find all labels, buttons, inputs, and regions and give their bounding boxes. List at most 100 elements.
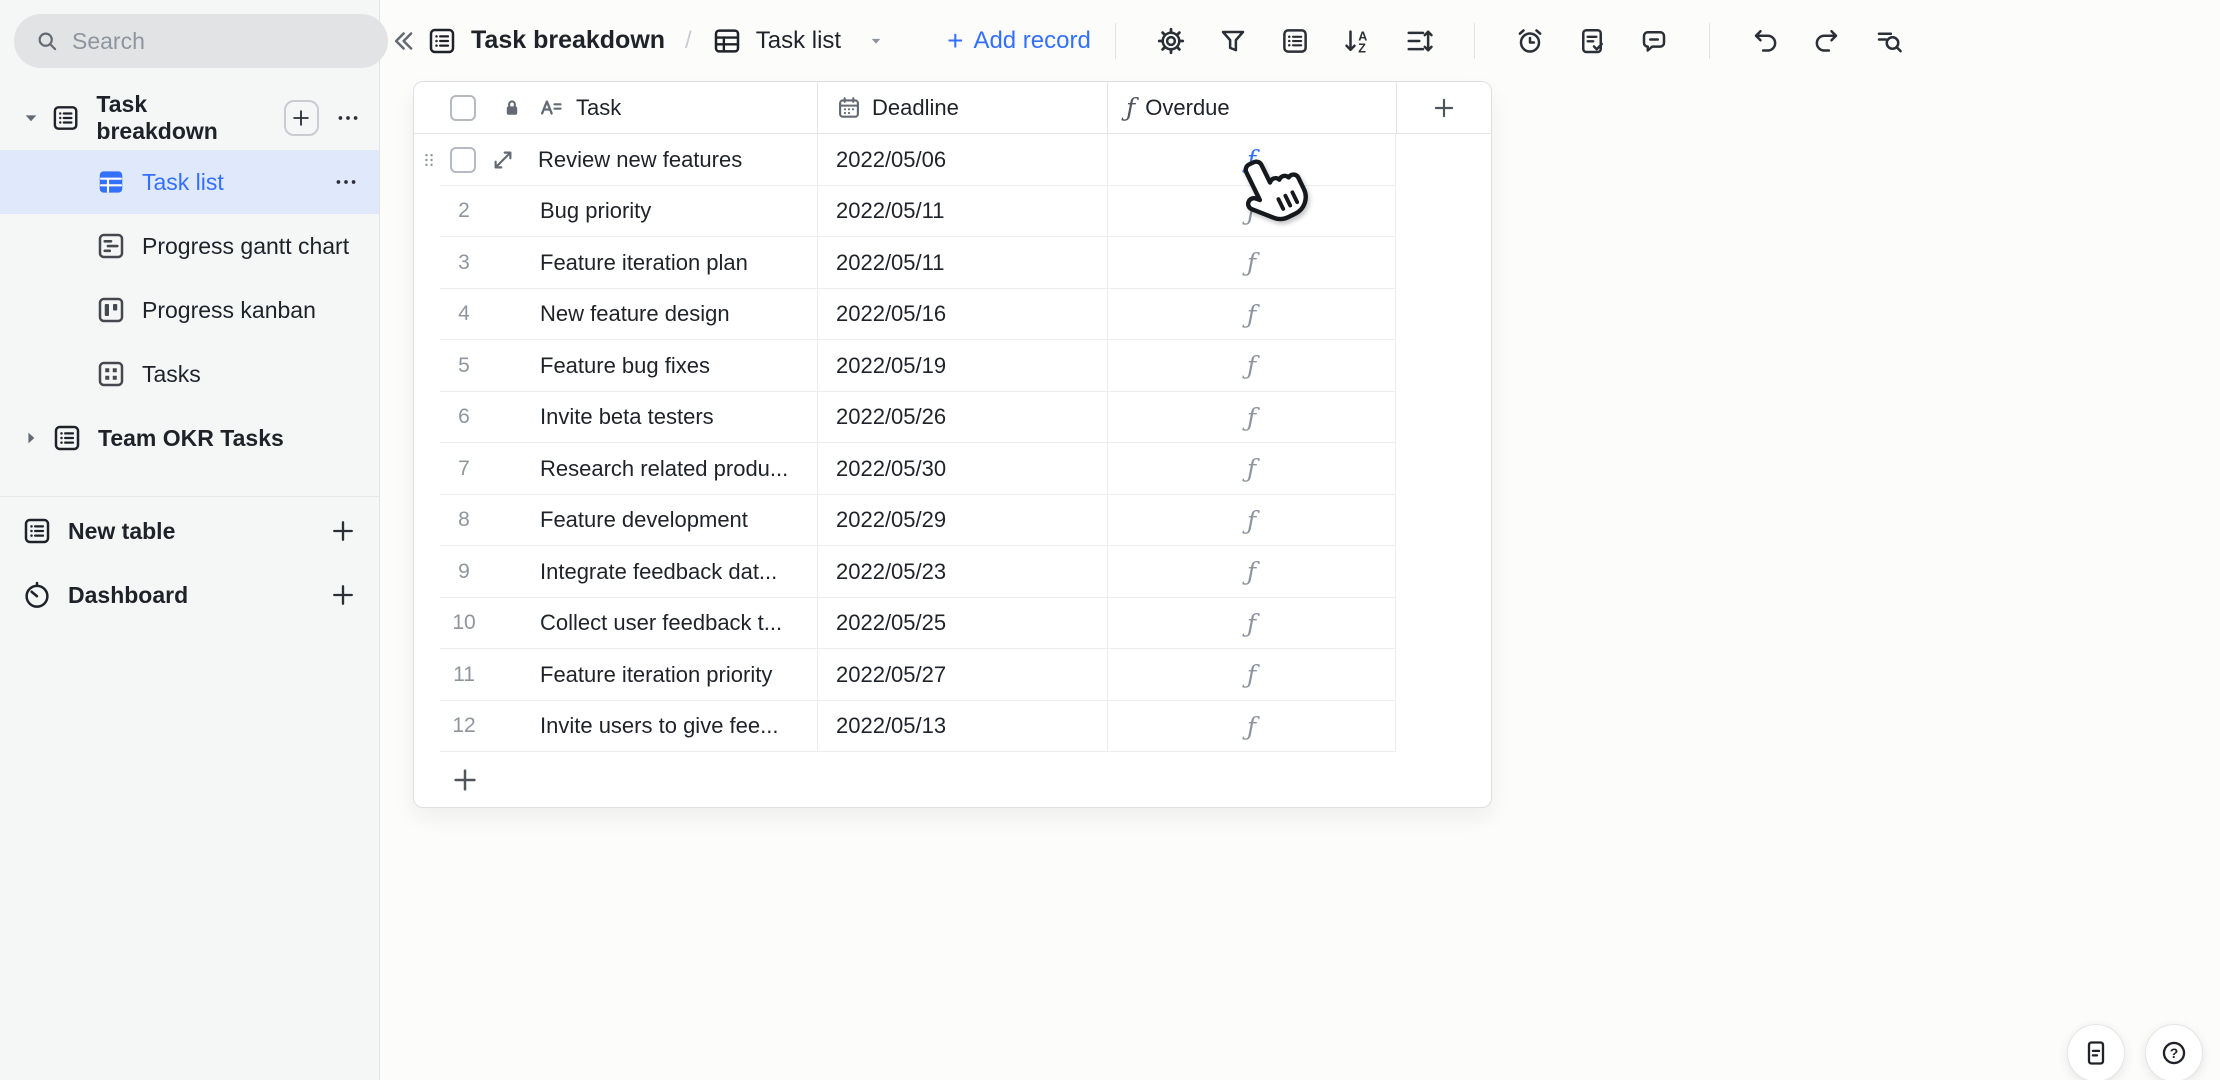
- sidebar-item-team-okr-tasks[interactable]: Team OKR Tasks: [0, 406, 379, 470]
- expand-record-icon[interactable]: [490, 147, 516, 173]
- overdue-cell[interactable]: ƒ: [1107, 237, 1396, 289]
- sidebar-item-dashboard[interactable]: Dashboard: [0, 563, 379, 627]
- select-all-checkbox[interactable]: [450, 94, 476, 121]
- form-button[interactable]: [1569, 18, 1615, 64]
- base-icon: [52, 423, 82, 453]
- table-row[interactable]: 1 Review new features 2022/05/06 ƒ: [414, 134, 1491, 186]
- drag-handle-icon[interactable]: [420, 147, 438, 173]
- add-table-button[interactable]: [329, 517, 357, 545]
- row-height-button[interactable]: [1396, 18, 1442, 64]
- view-switcher[interactable]: Task list: [712, 26, 885, 56]
- breadcrumb-view: Task list: [755, 26, 842, 54]
- column-header-overdue[interactable]: ƒ Overdue: [1107, 82, 1396, 133]
- row-number: 2: [458, 199, 470, 223]
- column-header-deadline[interactable]: Deadline: [817, 82, 1107, 133]
- task-cell[interactable]: Invite users to give fee...: [540, 713, 778, 739]
- deadline-cell[interactable]: 2022/05/16: [817, 288, 1107, 340]
- sidebar-item-progress-gantt-chart[interactable]: Progress gantt chart: [0, 214, 379, 278]
- sidebar-item-progress-kanban[interactable]: Progress kanban: [0, 278, 379, 342]
- overdue-cell[interactable]: ƒ: [1107, 597, 1396, 649]
- deadline-cell[interactable]: 2022/05/11: [817, 185, 1107, 237]
- task-cell[interactable]: Feature iteration priority: [540, 662, 772, 688]
- task-cell[interactable]: Integrate feedback dat...: [540, 559, 777, 585]
- add-view-button[interactable]: [283, 100, 319, 136]
- base-more-button[interactable]: [335, 105, 361, 131]
- task-cell[interactable]: New feature design: [540, 301, 730, 327]
- redo-button[interactable]: [1804, 18, 1850, 64]
- column-header-task[interactable]: Task: [576, 95, 621, 121]
- task-cell[interactable]: Feature bug fixes: [540, 353, 710, 379]
- add-row-button[interactable]: [450, 765, 480, 795]
- deadline-cell[interactable]: 2022/05/29: [817, 494, 1107, 546]
- sidebar-item-new-table[interactable]: New table: [0, 499, 379, 563]
- task-cell[interactable]: Review new features: [538, 147, 742, 173]
- overdue-cell[interactable]: ƒ: [1107, 340, 1396, 392]
- add-dashboard-button[interactable]: [329, 581, 357, 609]
- table-row[interactable]: 6 Invite beta testers 2022/05/26 ƒ: [414, 391, 1491, 443]
- help-fab-button[interactable]: [2145, 1024, 2203, 1080]
- table-search-button[interactable]: [1866, 18, 1912, 64]
- deadline-cell[interactable]: 2022/05/19: [817, 340, 1107, 392]
- overdue-cell[interactable]: ƒ: [1107, 391, 1396, 443]
- docs-fab-button[interactable]: [2067, 1024, 2125, 1080]
- add-field-button[interactable]: [1396, 82, 1491, 133]
- task-cell[interactable]: Feature development: [540, 507, 748, 533]
- filter-button[interactable]: [1210, 18, 1256, 64]
- formula-value: ƒ: [1246, 299, 1257, 329]
- search-input[interactable]: [72, 27, 368, 55]
- sidebar-item-task-list[interactable]: Task list: [0, 150, 379, 214]
- comment-button[interactable]: [1631, 18, 1677, 64]
- overdue-cell[interactable]: ƒ: [1107, 288, 1396, 340]
- comment-icon: [1639, 26, 1669, 56]
- table-row[interactable]: 5 Feature bug fixes 2022/05/19 ƒ: [414, 340, 1491, 392]
- deadline-cell[interactable]: 2022/05/11: [817, 237, 1107, 289]
- overdue-cell[interactable]: ƒ: [1107, 443, 1396, 495]
- alarm-button[interactable]: [1507, 18, 1553, 64]
- caret-down-icon[interactable]: [18, 107, 43, 129]
- task-cell[interactable]: Invite beta testers: [540, 404, 714, 430]
- sidebar-item-tasks[interactable]: Tasks: [0, 342, 379, 406]
- overdue-cell[interactable]: ƒ: [1107, 546, 1396, 598]
- formula-value: ƒ: [1246, 196, 1257, 226]
- sidebar-item-task-breakdown[interactable]: Task breakdown: [0, 86, 379, 150]
- plus-icon: [1431, 95, 1457, 121]
- toolbar-divider: [1114, 22, 1116, 59]
- row-checkbox[interactable]: [450, 146, 476, 173]
- deadline-cell[interactable]: 2022/05/13: [817, 700, 1107, 752]
- breadcrumb-base[interactable]: Task breakdown: [471, 26, 665, 55]
- search-box[interactable]: [14, 14, 388, 68]
- table-row[interactable]: 4 New feature design 2022/05/16 ƒ: [414, 288, 1491, 340]
- task-cell[interactable]: Collect user feedback t...: [540, 610, 782, 636]
- task-cell[interactable]: Bug priority: [540, 198, 651, 224]
- form-icon: [1577, 26, 1607, 56]
- deadline-cell[interactable]: 2022/05/26: [817, 391, 1107, 443]
- main-area: Task breakdown / Task list + Add record …: [380, 0, 2220, 1080]
- deadline-cell[interactable]: 2022/05/06: [817, 134, 1107, 186]
- overdue-cell[interactable]: ƒ: [1107, 494, 1396, 546]
- sort-button[interactable]: [1334, 18, 1380, 64]
- deadline-cell[interactable]: 2022/05/30: [817, 443, 1107, 495]
- deadline-cell[interactable]: 2022/05/27: [817, 649, 1107, 701]
- view-more-button[interactable]: [333, 169, 359, 195]
- add-record-button[interactable]: + Add record: [947, 25, 1091, 57]
- deadline-cell[interactable]: 2022/05/23: [817, 546, 1107, 598]
- table-row[interactable]: 12 Invite users to give fee... 2022/05/1…: [414, 700, 1491, 752]
- task-cell[interactable]: Research related produ...: [540, 456, 788, 482]
- task-cell[interactable]: Feature iteration plan: [540, 250, 748, 276]
- group-button[interactable]: [1272, 18, 1318, 64]
- table-row[interactable]: 9 Integrate feedback dat... 2022/05/23 ƒ: [414, 546, 1491, 598]
- caret-right-icon[interactable]: [18, 427, 44, 449]
- deadline-cell[interactable]: 2022/05/25: [817, 597, 1107, 649]
- overdue-cell[interactable]: ƒ: [1107, 649, 1396, 701]
- undo-button[interactable]: [1742, 18, 1788, 64]
- overdue-cell[interactable]: ƒ: [1107, 700, 1396, 752]
- table-row[interactable]: 8 Feature development 2022/05/29 ƒ: [414, 494, 1491, 546]
- table-row[interactable]: 2 Bug priority 2022/05/11 ƒ: [414, 185, 1491, 237]
- table-row[interactable]: 7 Research related produ... 2022/05/30 ƒ: [414, 443, 1491, 495]
- overdue-cell[interactable]: ƒ: [1107, 185, 1396, 237]
- table-row[interactable]: 3 Feature iteration plan 2022/05/11 ƒ: [414, 237, 1491, 289]
- settings-button[interactable]: [1148, 18, 1194, 64]
- table-row[interactable]: 10 Collect user feedback t... 2022/05/25…: [414, 597, 1491, 649]
- table-row[interactable]: 11 Feature iteration priority 2022/05/27…: [414, 649, 1491, 701]
- overdue-cell[interactable]: ƒ: [1107, 134, 1396, 186]
